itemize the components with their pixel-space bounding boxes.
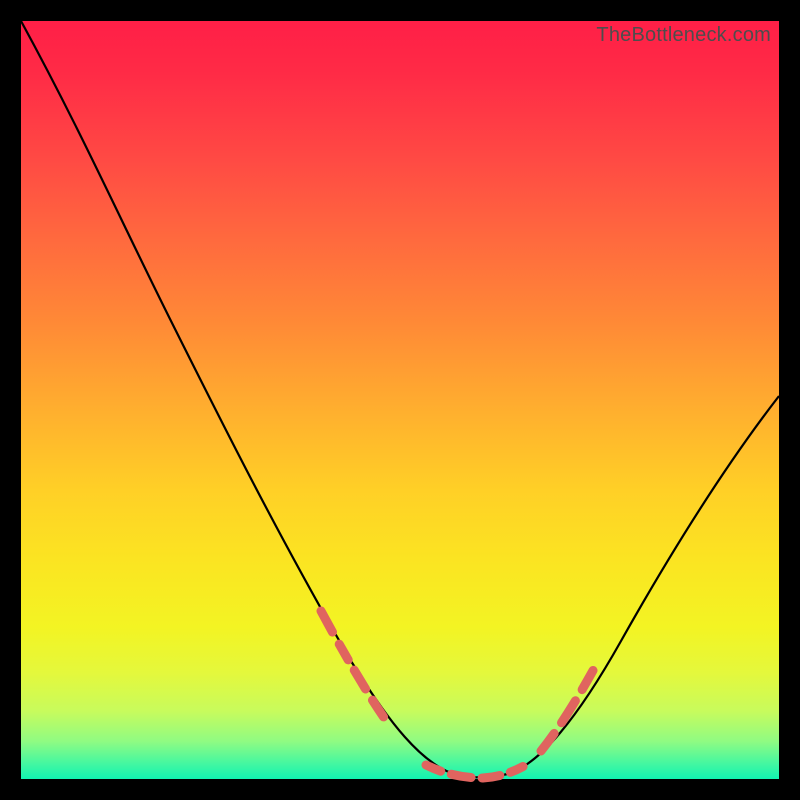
chart-frame: TheBottleneck.com xyxy=(0,0,800,800)
plot-area: TheBottleneck.com xyxy=(21,21,779,779)
dash-flat-band xyxy=(426,763,529,778)
curve-path xyxy=(21,21,779,778)
bottleneck-curve xyxy=(21,21,779,779)
dash-right-band xyxy=(541,609,627,751)
